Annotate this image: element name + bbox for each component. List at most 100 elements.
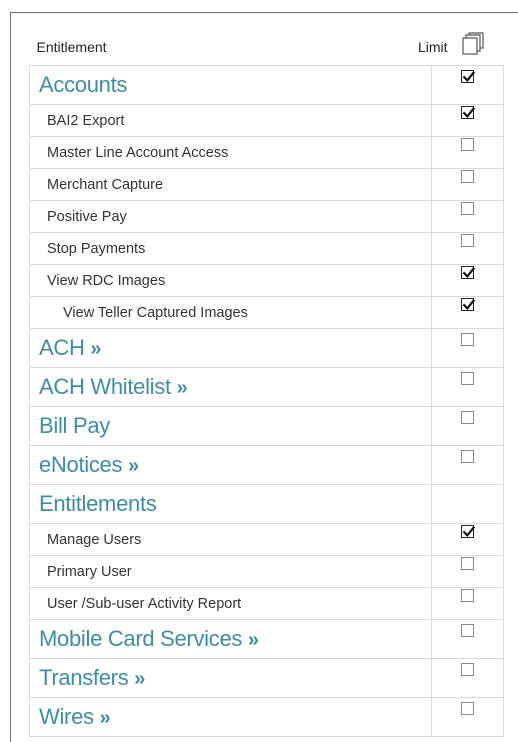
- item-name-cell: BAI2 Export: [29, 104, 432, 137]
- checkmark-icon: [462, 266, 476, 278]
- item-name-cell: View Teller Captured Images: [29, 296, 432, 329]
- entitlement-label: User /Sub-user Activity Report: [47, 595, 242, 612]
- entitlement-item-row: View Teller Captured Images: [29, 296, 504, 329]
- checkbox-unchecked[interactable]: [461, 411, 474, 424]
- expand-arrow-icon[interactable]: »: [134, 668, 145, 690]
- checkbox-checked[interactable]: [461, 297, 476, 311]
- entitlement-label: Merchant Capture: [47, 176, 164, 193]
- checkbox-cell: [431, 367, 504, 407]
- checkbox-cell: [431, 296, 504, 329]
- checkbox-cell: [431, 232, 504, 265]
- entitlement-label: Stop Payments: [47, 240, 146, 257]
- checkmark-icon: [462, 525, 476, 537]
- group-label[interactable]: eNotices: [39, 452, 123, 477]
- checkbox-unchecked[interactable]: [461, 450, 474, 463]
- checkbox-unchecked[interactable]: [461, 556, 474, 570]
- entitlement-group-row: Mobile Card Services »: [29, 619, 504, 659]
- checkbox-unchecked[interactable]: [461, 233, 474, 247]
- entitlement-item-row: View RDC Images: [29, 264, 504, 297]
- group-label: Accounts: [39, 72, 128, 97]
- checkbox-unchecked[interactable]: [461, 663, 474, 676]
- expand-arrow-icon[interactable]: »: [100, 707, 111, 729]
- checkbox-cell: [431, 168, 504, 201]
- checkbox-checked[interactable]: [461, 265, 476, 279]
- entitlement-group-row: ACH Whitelist »: [29, 367, 504, 407]
- checkbox-unchecked[interactable]: [461, 702, 474, 715]
- entitlements-body: Accounts BAI2 Export Master Line Account A…: [29, 65, 504, 737]
- checkbox-unchecked[interactable]: [461, 372, 474, 385]
- checkbox-cell: [431, 406, 504, 446]
- group-name-cell[interactable]: ACH »: [29, 328, 432, 368]
- entitlement-label: Master Line Account Access: [47, 144, 229, 161]
- item-name-cell: Primary User: [29, 555, 432, 588]
- entitlement-label: BAI2 Export: [47, 112, 125, 129]
- checkbox-cell: [431, 555, 504, 588]
- group-label[interactable]: Wires: [39, 704, 94, 729]
- entitlement-item-row: Master Line Account Access: [29, 136, 504, 169]
- item-name-cell: Merchant Capture: [29, 168, 432, 201]
- entitlement-label: Positive Pay: [47, 208, 127, 225]
- group-label[interactable]: ACH: [39, 335, 85, 360]
- checkbox-unchecked[interactable]: [461, 137, 474, 151]
- checkbox-cell: [431, 200, 504, 233]
- checkbox-cell: [431, 523, 504, 556]
- expand-arrow-icon[interactable]: »: [90, 338, 101, 360]
- checkbox-cell: [431, 619, 504, 659]
- group-name-cell[interactable]: Transfers »: [29, 658, 432, 698]
- entitlement-column-header: Entitlement: [36, 39, 107, 55]
- item-name-cell: Stop Payments: [29, 232, 432, 265]
- checkbox-cell: [431, 587, 504, 620]
- group-name-cell: Entitlements: [29, 484, 432, 524]
- entitlement-item-row: Merchant Capture: [29, 168, 504, 201]
- checkbox-checked[interactable]: [461, 105, 476, 119]
- entitlement-group-row: Transfers »: [29, 658, 504, 698]
- item-name-cell: Master Line Account Access: [29, 136, 432, 169]
- checkbox-unchecked[interactable]: [461, 588, 474, 602]
- entitlement-label: Primary User: [47, 563, 132, 580]
- checkmark-icon: [462, 71, 476, 83]
- checkmark-icon: [462, 298, 476, 310]
- checkbox-unchecked[interactable]: [461, 624, 474, 637]
- entitlement-label: Manage Users: [47, 531, 142, 548]
- group-label[interactable]: Transfers: [39, 665, 129, 690]
- group-name-cell[interactable]: Wires »: [29, 697, 432, 737]
- entitlement-item-row: Positive Pay: [29, 200, 504, 233]
- group-label: Bill Pay: [39, 413, 110, 438]
- expand-arrow-icon[interactable]: »: [128, 455, 139, 477]
- entitlement-group-row: Accounts: [29, 65, 504, 105]
- group-name-cell[interactable]: Mobile Card Services »: [29, 619, 432, 659]
- expand-arrow-icon[interactable]: »: [248, 629, 259, 651]
- entitlement-item-row: Manage Users: [29, 523, 504, 556]
- checkbox-cell: [431, 697, 504, 737]
- item-name-cell: User /Sub-user Activity Report: [29, 587, 432, 620]
- copy-icon[interactable]: [461, 32, 484, 56]
- entitlement-group-row: eNotices »: [29, 445, 504, 485]
- group-label: Entitlements: [39, 491, 157, 516]
- checkbox-unchecked[interactable]: [461, 169, 474, 183]
- group-name-cell[interactable]: eNotices »: [29, 445, 432, 485]
- group-label[interactable]: ACH Whitelist: [39, 374, 171, 399]
- checkbox-checked[interactable]: [461, 70, 476, 83]
- table-header-row: Entitlement Limit: [29, 29, 504, 66]
- entitlement-group-row: Bill Pay: [29, 406, 504, 446]
- group-name-cell: Bill Pay: [29, 406, 432, 446]
- checkbox-checked[interactable]: [461, 524, 476, 538]
- checkbox-unchecked[interactable]: [461, 333, 474, 346]
- entitlement-item-row: Stop Payments: [29, 232, 504, 265]
- entitlement-label: View Teller Captured Images: [63, 304, 248, 321]
- checkbox-cell: [431, 484, 504, 524]
- header-cell-select-all: [431, 29, 504, 66]
- checkbox-unchecked[interactable]: [461, 201, 474, 215]
- checkbox-cell: [431, 445, 504, 485]
- checkbox-cell: [431, 658, 504, 698]
- group-label[interactable]: Mobile Card Services: [39, 626, 242, 651]
- checkbox-cell: [431, 328, 504, 368]
- checkmark-icon: [462, 106, 476, 118]
- expand-arrow-icon[interactable]: »: [177, 377, 188, 399]
- group-name-cell: Accounts: [29, 65, 432, 105]
- group-name-cell[interactable]: ACH Whitelist »: [29, 367, 432, 407]
- item-name-cell: Manage Users: [29, 523, 432, 556]
- item-name-cell: Positive Pay: [29, 200, 432, 233]
- header-cell-entitlement: Entitlement Limit: [29, 29, 448, 66]
- checkbox-cell: [431, 104, 504, 137]
